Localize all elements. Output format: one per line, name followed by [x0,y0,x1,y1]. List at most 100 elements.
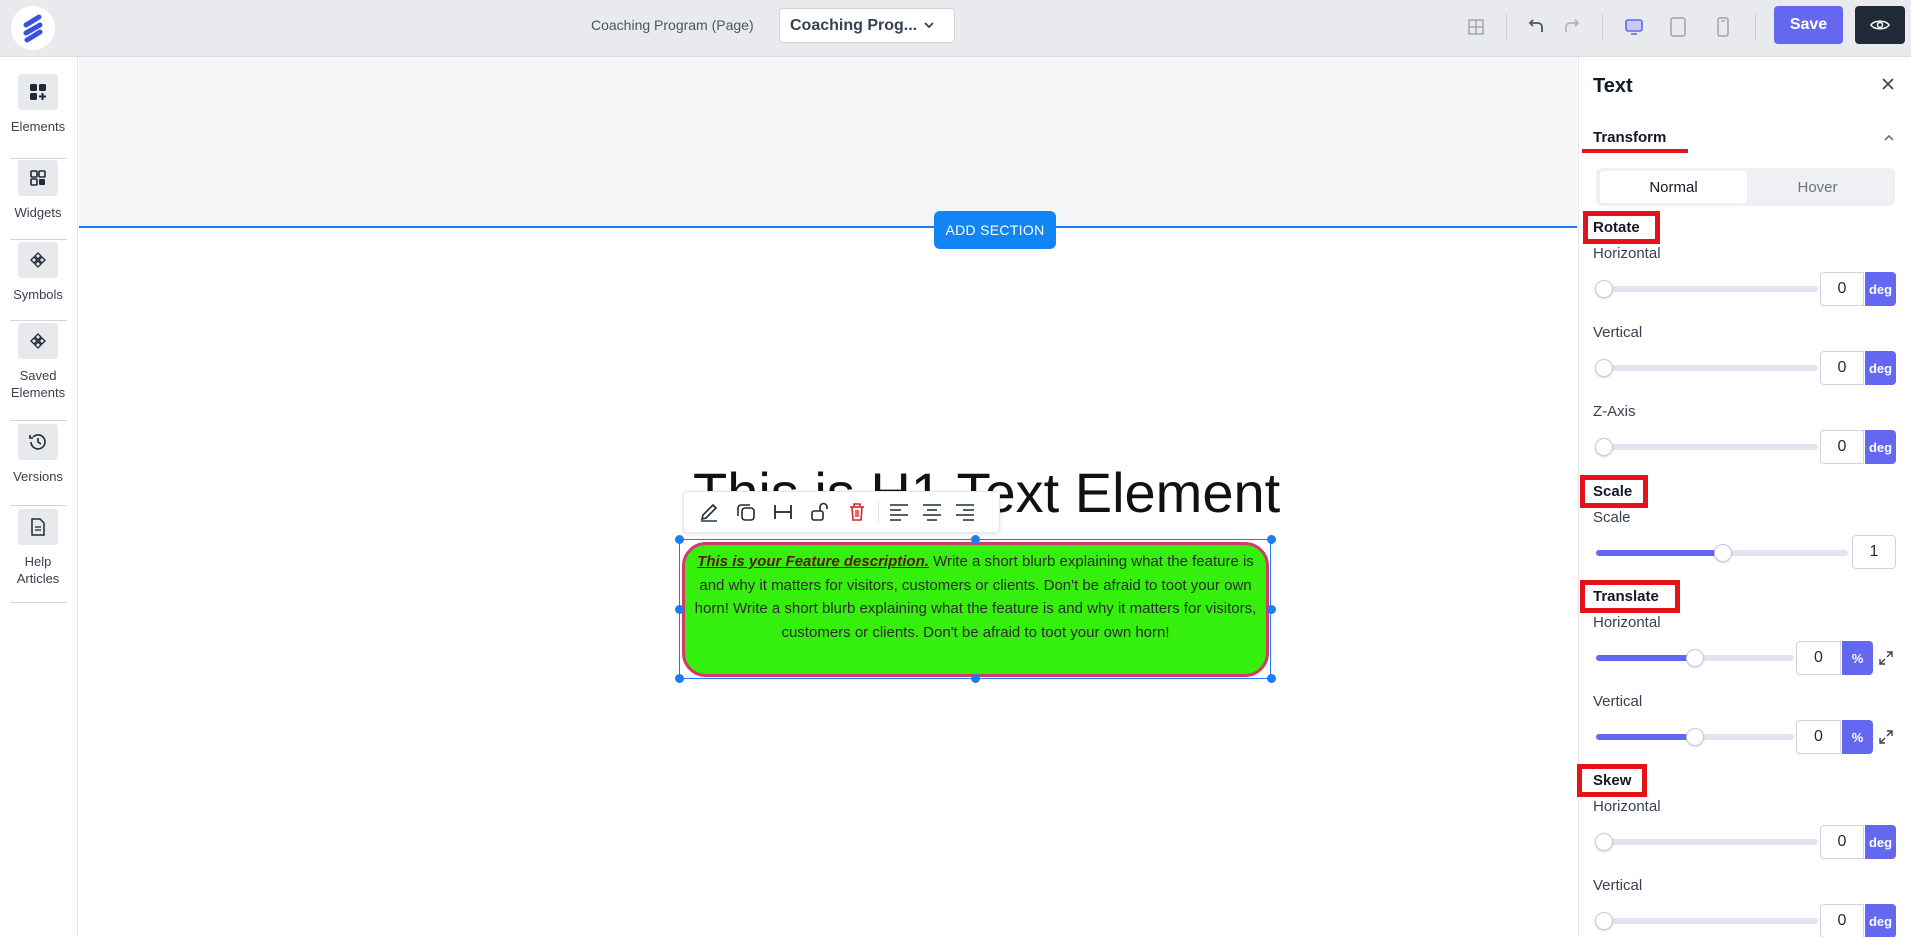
eye-icon [1870,20,1890,30]
align-left-icon[interactable] [882,496,915,528]
close-icon[interactable] [1881,77,1895,91]
sidebar-item-label: Symbols [13,287,63,302]
page-select-value: Coaching Prog... [790,16,918,34]
app-logo[interactable] [11,6,55,50]
expand-icon[interactable] [1875,726,1897,748]
slider-thumb[interactable] [1595,438,1613,456]
tablet-view-icon[interactable] [1665,14,1691,40]
rotate-z-axis-unit[interactable]: deg [1865,430,1896,464]
slider-thumb[interactable] [1686,728,1704,746]
skew-vertical-label: Vertical [1593,877,1643,894]
sidebar-item-help-articles[interactable]: Help Articles [0,509,76,587]
skew-horizontal-slider[interactable] [1595,833,1818,851]
feature-text-element[interactable]: This is your Feature description. Write … [682,542,1269,677]
skew-vertical-unit[interactable]: deg [1865,904,1896,937]
toolbar-divider [1506,14,1507,40]
rotate-horizontal-input[interactable] [1820,272,1864,306]
left-sidebar: Elements Widgets Symbols Saved Elements … [0,57,78,937]
skew-horizontal-unit[interactable]: deg [1865,825,1896,859]
skew-horizontal-input[interactable] [1820,825,1864,859]
elements-icon [18,74,58,110]
state-toggle: Normal Hover [1596,168,1895,206]
redo-icon[interactable] [1559,14,1585,40]
resize-handle-top-right[interactable] [1267,535,1276,544]
document-icon [18,509,58,545]
sidebar-divider [10,420,67,421]
expand-icon[interactable] [1875,647,1897,669]
translate-horizontal-slider[interactable] [1596,649,1794,667]
slider-thumb[interactable] [1595,833,1613,851]
logo-icon [23,14,43,43]
canvas-header-section[interactable] [79,57,1577,226]
align-center-icon[interactable] [915,496,948,528]
panel-title: Text [1593,75,1633,97]
sidebar-item-symbols[interactable]: Symbols [0,242,76,303]
resize-handle-top-left[interactable] [675,535,684,544]
history-icon [18,424,58,460]
sidebar-item-elements[interactable]: Elements [0,74,76,135]
add-section-button[interactable]: ADD SECTION [934,211,1056,249]
transform-section-header[interactable]: Transform [1593,129,1666,146]
translate-vertical-input[interactable] [1796,720,1841,754]
slider-thumb[interactable] [1595,280,1613,298]
rotate-horizontal-unit[interactable]: deg [1865,272,1896,306]
full-width-icon[interactable] [764,496,801,528]
state-normal-tab[interactable]: Normal [1600,171,1747,203]
rotate-vertical-unit[interactable]: deg [1865,351,1896,385]
sidebar-divider [10,158,67,159]
chevron-down-icon [924,22,934,29]
translate-horizontal-unit[interactable]: % [1842,641,1873,675]
scale-slider[interactable] [1596,544,1848,562]
grid-view-icon[interactable] [1463,14,1489,40]
resize-handle-right[interactable] [1267,605,1276,614]
resize-handle-left[interactable] [675,605,684,614]
unlock-icon[interactable] [801,496,838,528]
page-select-dropdown[interactable]: Coaching Prog... [779,8,955,43]
skew-vertical-slider[interactable] [1595,912,1818,930]
sidebar-item-label: Help Articles [16,554,60,586]
scale-header: Scale [1593,483,1633,500]
toolbar-divider [1755,14,1756,40]
delete-icon[interactable] [838,496,875,528]
edit-icon[interactable] [690,496,727,528]
slider-thumb[interactable] [1686,649,1704,667]
sidebar-item-label: Elements [10,119,66,134]
skew-header: Skew [1593,772,1632,789]
translate-header: Translate [1593,588,1659,605]
save-button[interactable]: Save [1774,6,1843,44]
widgets-icon [18,160,58,196]
scale-input[interactable] [1852,535,1896,569]
sidebar-item-versions[interactable]: Versions [0,424,76,485]
translate-horizontal-input[interactable] [1796,641,1841,675]
slider-thumb[interactable] [1595,912,1613,930]
skew-vertical-input[interactable] [1820,904,1864,937]
slider-thumb[interactable] [1714,544,1732,562]
rotate-vertical-input[interactable] [1820,351,1864,385]
desktop-view-icon[interactable] [1621,14,1647,40]
sidebar-divider [10,602,67,603]
rotate-z-axis-input[interactable] [1820,430,1864,464]
mobile-view-icon[interactable] [1710,14,1736,40]
resize-handle-bottom-right[interactable] [1267,674,1276,683]
resize-handle-bottom-left[interactable] [675,674,684,683]
symbols-icon [18,242,58,278]
preview-button[interactable] [1855,6,1905,44]
chevron-up-icon[interactable] [1882,131,1896,145]
rotate-vertical-slider[interactable] [1595,359,1818,377]
translate-vertical-slider[interactable] [1596,728,1794,746]
slider-thumb[interactable] [1595,359,1613,377]
resize-handle-bottom[interactable] [971,674,980,683]
sidebar-item-widgets[interactable]: Widgets [0,160,76,221]
rotate-horizontal-slider[interactable] [1595,280,1818,298]
duplicate-icon[interactable] [727,496,764,528]
undo-icon[interactable] [1523,14,1549,40]
translate-vertical-unit[interactable]: % [1842,720,1873,754]
resize-handle-top[interactable] [971,535,980,544]
sidebar-item-label: Widgets [14,205,62,220]
sidebar-divider [10,505,67,506]
rotate-z-axis-slider[interactable] [1595,438,1818,456]
align-right-icon[interactable] [948,496,981,528]
sidebar-item-saved-elements[interactable]: Saved Elements [0,323,76,401]
state-hover-tab[interactable]: Hover [1744,171,1891,203]
top-bar: Coaching Program (Page) Coaching Prog...… [0,0,1911,57]
